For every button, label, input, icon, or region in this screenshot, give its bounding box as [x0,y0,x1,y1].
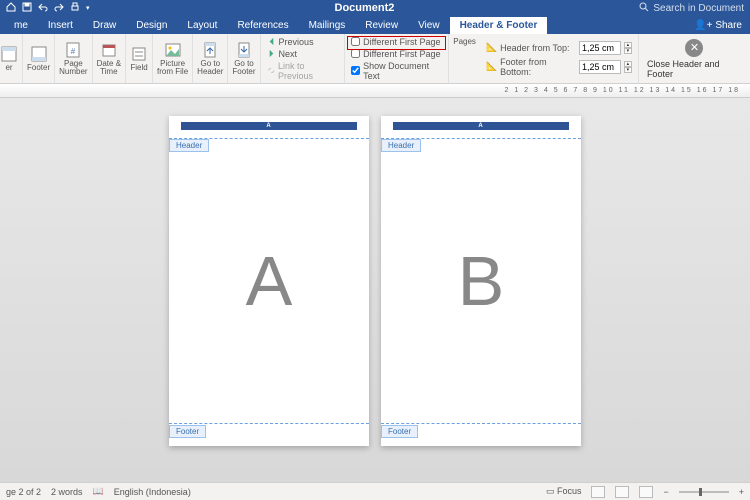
next-button[interactable]: Next [267,49,339,59]
document-canvas: A Header A Footer A Header B Footer [0,98,750,482]
ribbon: er Footer # Page Number Date & Time Fiel… [0,34,750,84]
tab-references[interactable]: References [227,17,298,34]
quick-access-toolbar: ▾ [6,2,90,15]
header-from-top-input[interactable] [579,41,621,55]
header-icon [0,45,18,63]
show-document-text-checkbox[interactable]: Show Document Text [351,61,442,81]
save-icon[interactable] [22,2,32,15]
redo-icon[interactable] [54,2,64,15]
tab-design[interactable]: Design [126,17,177,34]
page-1[interactable]: A Header A Footer [169,116,369,446]
pages-label: Pages [449,34,480,83]
goto-footer-icon [235,41,253,59]
zoom-in-button[interactable]: + [739,487,744,497]
header-spinner[interactable]: ▴▾ [624,42,632,54]
options-group: Different First Page Different First Pag… [345,34,449,83]
field-icon [130,45,148,63]
undo-icon[interactable] [38,2,48,15]
field-button[interactable]: Field [126,34,153,83]
share-button[interactable]: 👤+ Share [686,17,750,34]
page-number-button[interactable]: # Page Number [55,34,92,83]
tab-layout[interactable]: Layout [177,17,227,34]
footer-from-bottom-input[interactable] [579,60,621,74]
read-mode-button[interactable] [591,486,605,498]
different-odd-even-checkbox[interactable]: Different First Page [351,49,442,59]
document-title: Document2 [90,2,640,14]
goto-footer-button[interactable]: Go to Footer [228,34,260,83]
goto-header-icon [201,41,219,59]
svg-text:#: # [71,47,76,56]
link-previous-button[interactable]: Link to Previous [267,61,339,81]
tab-review[interactable]: Review [355,17,408,34]
search-placeholder: Search in Document [653,3,744,14]
zoom-out-button[interactable]: − [663,487,668,497]
page-number-icon: # [64,41,82,59]
print-icon[interactable] [70,2,80,15]
close-header-footer-button[interactable]: ✕ Close Header and Footer [639,34,750,83]
ribbon-tabs: me Insert Draw Design Layout References … [0,16,750,34]
tab-view[interactable]: View [408,17,450,34]
title-bar: ▾ Document2 Search in Document [0,0,750,16]
footer-guide [381,423,581,424]
tab-header-footer[interactable]: Header & Footer [450,17,548,34]
search-box[interactable]: Search in Document [639,2,744,15]
calendar-icon [100,41,118,59]
picture-button[interactable]: Picture from File [153,34,193,83]
home-icon[interactable] [6,2,16,15]
close-icon: ✕ [685,39,703,57]
horizontal-ruler[interactable]: 2 1 2 3 4 5 6 7 8 9 10 11 12 13 14 15 16… [0,84,750,98]
zoom-slider[interactable] [679,491,729,493]
focus-mode-button[interactable]: ▭ Focus [546,486,582,497]
tab-draw[interactable]: Draw [83,17,126,34]
header-button[interactable]: er [0,34,23,83]
language-indicator[interactable]: English (Indonesia) [114,487,191,497]
page-body-text: A [169,116,369,446]
word-count[interactable]: 2 words [51,487,83,497]
print-layout-button[interactable] [615,486,629,498]
picture-icon [164,41,182,59]
tab-mailings[interactable]: Mailings [299,17,356,34]
page-body-text: B [381,116,581,446]
tab-insert[interactable]: Insert [38,17,83,34]
footer-button[interactable]: Footer [23,34,55,83]
page-2[interactable]: A Header B Footer [381,116,581,446]
footer-icon [30,45,48,63]
footer-tag: Footer [169,425,206,438]
tab-home[interactable]: me [4,17,38,34]
page-indicator[interactable]: ge 2 of 2 [6,487,41,497]
position-group: 📐Header from Top: ▴▾ 📐Footer from Bottom… [480,34,639,83]
web-layout-button[interactable] [639,486,653,498]
goto-header-button[interactable]: Go to Header [193,34,228,83]
ruler-icon: 📐 [486,61,497,72]
date-time-button[interactable]: Date & Time [93,34,126,83]
ruler-icon: 📐 [486,42,497,53]
navigation-group: Previous Next Link to Previous [261,34,346,83]
footer-spinner[interactable]: ▴▾ [624,61,632,73]
footer-guide [169,423,369,424]
status-bar: ge 2 of 2 2 words 📖 English (Indonesia) … [0,482,750,500]
search-icon [639,2,649,15]
previous-button[interactable]: Previous [267,37,339,47]
different-first-page-checkbox[interactable]: Different First Page [351,37,442,47]
footer-tag: Footer [381,425,418,438]
spellcheck-icon[interactable]: 📖 [93,486,104,497]
